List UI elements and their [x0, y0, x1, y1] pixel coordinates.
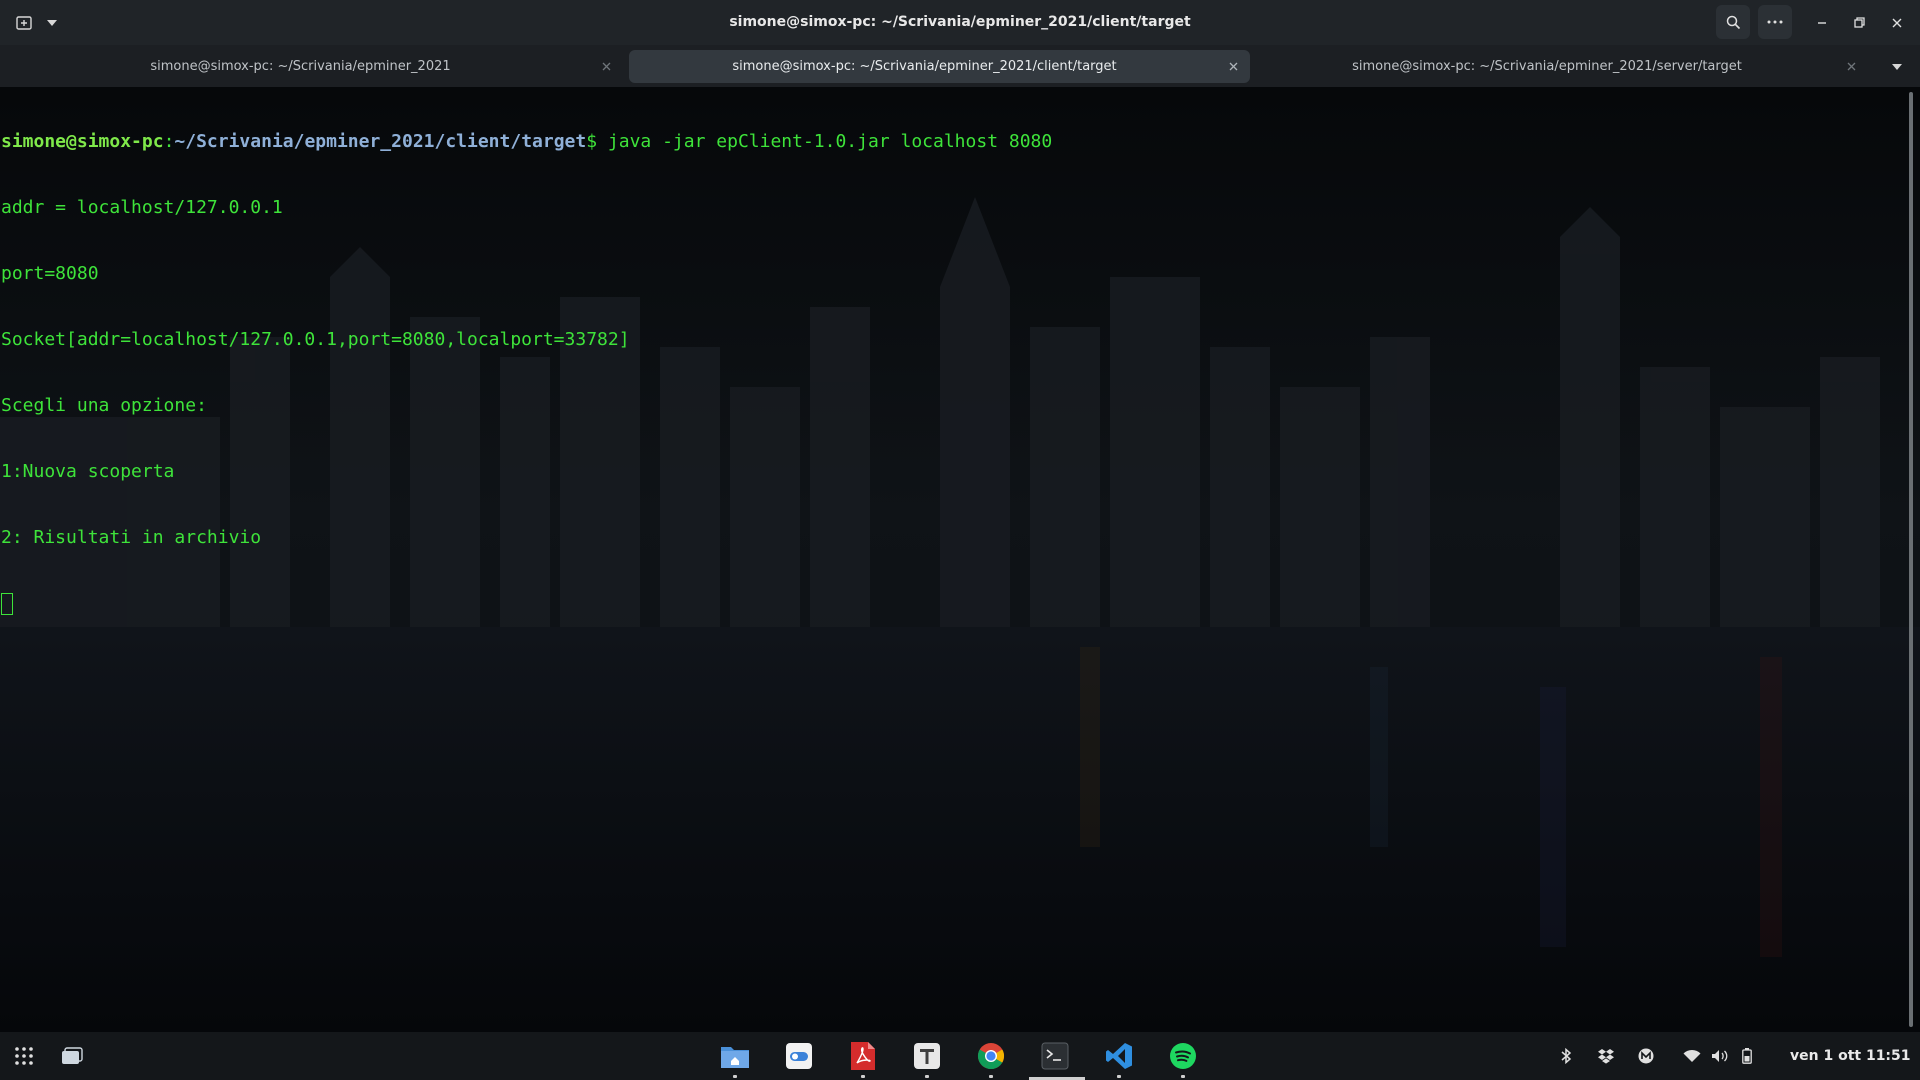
prompt-user: simone@simox-pc: [1, 131, 164, 152]
close-icon: [1229, 62, 1238, 71]
terminal-window: simone@simox-pc: ~/Scrivania/epminer_202…: [0, 0, 1920, 1032]
files-icon: [721, 1047, 749, 1068]
files-app-button[interactable]: [719, 1040, 751, 1078]
new-tab-dropdown-button[interactable]: [42, 10, 62, 35]
terminal-area[interactable]: simone@simox-pc:~/Scrivania/epminer_2021…: [0, 87, 1920, 1032]
tab-label: simone@simox-pc: ~/Scrivania/epminer_202…: [1352, 59, 1742, 74]
tab-client-target[interactable]: simone@simox-pc: ~/Scrivania/epminer_202…: [629, 50, 1250, 83]
dropbox-icon: [1598, 1049, 1614, 1064]
output-line: Scegli una opzione:: [1, 395, 207, 416]
workspaces-button[interactable]: [56, 1040, 88, 1072]
chrome-icon: [977, 1043, 1005, 1070]
chrome-app-button[interactable]: [975, 1040, 1007, 1078]
search-icon: [1726, 15, 1740, 29]
vscode-icon: [1106, 1043, 1132, 1069]
search-button[interactable]: [1716, 5, 1750, 39]
output-line: addr = localhost/127.0.0.1: [1, 197, 283, 218]
input-line[interactable]: [1, 593, 1881, 615]
window-title: simone@simox-pc: ~/Scrivania/epminer_202…: [729, 14, 1191, 30]
new-tab-icon: [16, 15, 32, 30]
settings-app-button[interactable]: [783, 1040, 815, 1072]
new-tab-button[interactable]: [11, 10, 37, 35]
vscode-app-button[interactable]: [1103, 1040, 1135, 1078]
terminal-icon: [1041, 1042, 1069, 1070]
maximize-button[interactable]: [1847, 10, 1871, 35]
wifi-icon: [1683, 1049, 1701, 1062]
close-icon: [602, 62, 611, 71]
spotify-app-button[interactable]: [1167, 1040, 1199, 1078]
minimize-button[interactable]: [1810, 10, 1834, 35]
wifi-tray[interactable]: [1682, 1046, 1702, 1066]
pdf-viewer-icon: [851, 1042, 875, 1070]
bluetooth-tray[interactable]: [1556, 1046, 1576, 1066]
tab-close-button[interactable]: [598, 58, 615, 75]
scrollbar[interactable]: [1909, 92, 1913, 1027]
tab-bar: simone@simox-pc: ~/Scrivania/epminer_202…: [0, 45, 1920, 87]
terminal-app-button[interactable]: [1029, 1040, 1085, 1080]
bluetooth-icon: [1561, 1048, 1572, 1064]
tab-close-button[interactable]: [1225, 58, 1242, 75]
output-line: Socket[addr=localhost/127.0.0.1,port=808…: [1, 329, 630, 350]
tab-overflow-button[interactable]: [1885, 58, 1909, 76]
volume-tray[interactable]: [1710, 1046, 1730, 1066]
battery-tray[interactable]: [1737, 1046, 1757, 1066]
settings-toggle-icon: [786, 1043, 812, 1069]
chevron-down-icon: [1892, 64, 1902, 70]
app-grid-icon: [15, 1047, 33, 1065]
prompt-path: ~/Scrivania/epminer_2021/client/target: [174, 131, 587, 152]
restore-icon: [1853, 17, 1865, 28]
output-line: port=8080: [1, 263, 99, 284]
text-editor-app-button[interactable]: [911, 1040, 943, 1078]
close-icon: [1892, 18, 1902, 27]
clock[interactable]: ven 1 ott 11:51: [1790, 1032, 1911, 1080]
dropbox-tray[interactable]: [1596, 1046, 1616, 1066]
app-grid-button[interactable]: [8, 1040, 40, 1072]
pdf-app-button[interactable]: [847, 1040, 879, 1078]
header-bar: simone@simox-pc: ~/Scrivania/epminer_202…: [0, 0, 1920, 45]
chevron-down-icon: [47, 19, 57, 26]
volume-icon: [1712, 1050, 1728, 1062]
tab-label: simone@simox-pc: ~/Scrivania/epminer_202…: [732, 59, 1117, 74]
output-line: 2: Risultati in archivio: [1, 527, 262, 548]
m-app-tray[interactable]: [1636, 1046, 1656, 1066]
prompt-line: simone@simox-pc:~/Scrivania/epminer_2021…: [1, 131, 1881, 153]
close-icon: [1847, 62, 1856, 71]
tab-epminer[interactable]: simone@simox-pc: ~/Scrivania/epminer_202…: [8, 50, 623, 83]
command-text: java -jar epClient-1.0.jar localhost 808…: [597, 131, 1053, 152]
tab-close-button[interactable]: [1843, 58, 1860, 75]
m-app-icon: [1638, 1048, 1654, 1064]
tab-server-target[interactable]: simone@simox-pc: ~/Scrivania/epminer_202…: [1256, 50, 1868, 83]
menu-button[interactable]: [1758, 5, 1792, 39]
text-cursor: [1, 593, 13, 615]
tab-label: simone@simox-pc: ~/Scrivania/epminer_202…: [150, 59, 451, 74]
minimize-icon: [1818, 21, 1826, 24]
battery-icon: [1742, 1048, 1752, 1064]
prompt-symbol: $: [586, 131, 598, 152]
more-icon: [1767, 20, 1783, 24]
spotify-icon: [1170, 1043, 1196, 1069]
prompt-separator: :: [163, 131, 175, 152]
text-editor-icon: [914, 1043, 940, 1069]
taskbar: ven 1 ott 11:51: [0, 1032, 1920, 1080]
close-button[interactable]: [1885, 10, 1909, 35]
workspaces-icon: [62, 1047, 83, 1064]
terminal-output: simone@simox-pc:~/Scrivania/epminer_2021…: [1, 87, 1881, 659]
output-line: 1:Nuova scoperta: [1, 461, 175, 482]
